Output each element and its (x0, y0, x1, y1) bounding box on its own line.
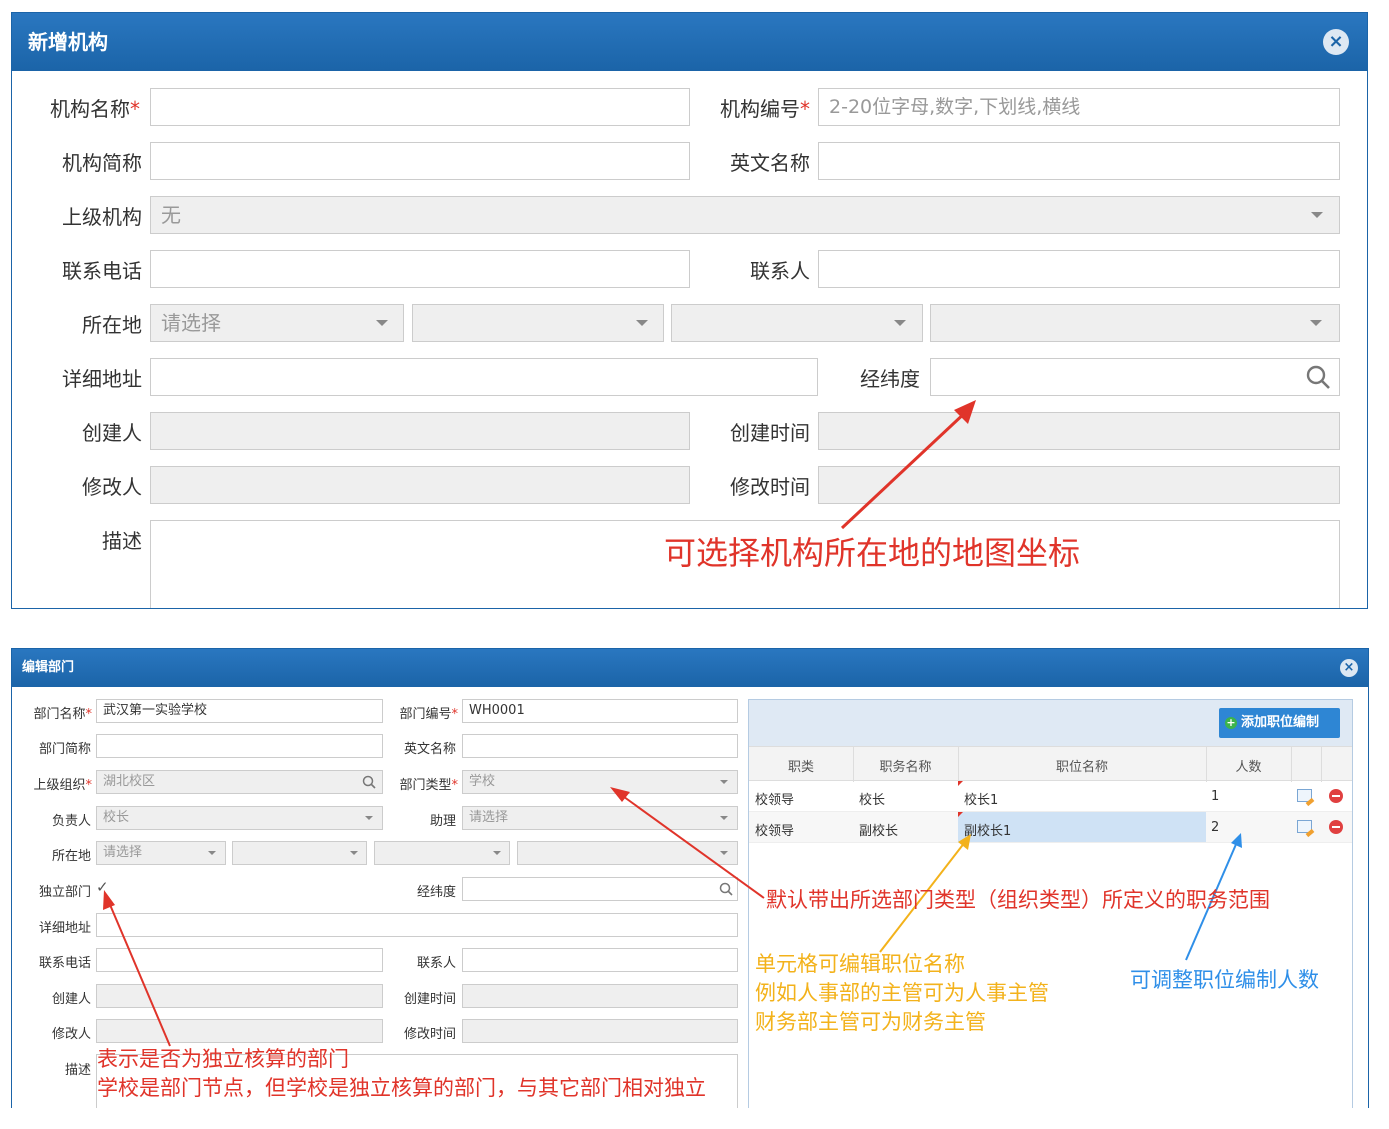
editable-annotation-line2: 例如人事部的主管可为人事主管 (755, 981, 1049, 1005)
editable-annotation-line1: 单元格可编辑职位名称 (755, 952, 965, 976)
independent-annotation-line2: 学校是部门节点，但学校是独立核算的部门，与其它部门相对独立 (97, 1076, 706, 1100)
adjust-count-annotation: 可调整职位编制人数 (1130, 968, 1319, 992)
independent-annotation-line1: 表示是否为独立核算的部门 (97, 1047, 349, 1071)
editable-annotation-line3: 财务部主管可为财务主管 (755, 1010, 986, 1034)
duty-range-annotation: 默认带出所选部门类型（组织类型）所定义的职务范围 (766, 888, 1270, 912)
annotation-arrows (103, 787, 1242, 1047)
